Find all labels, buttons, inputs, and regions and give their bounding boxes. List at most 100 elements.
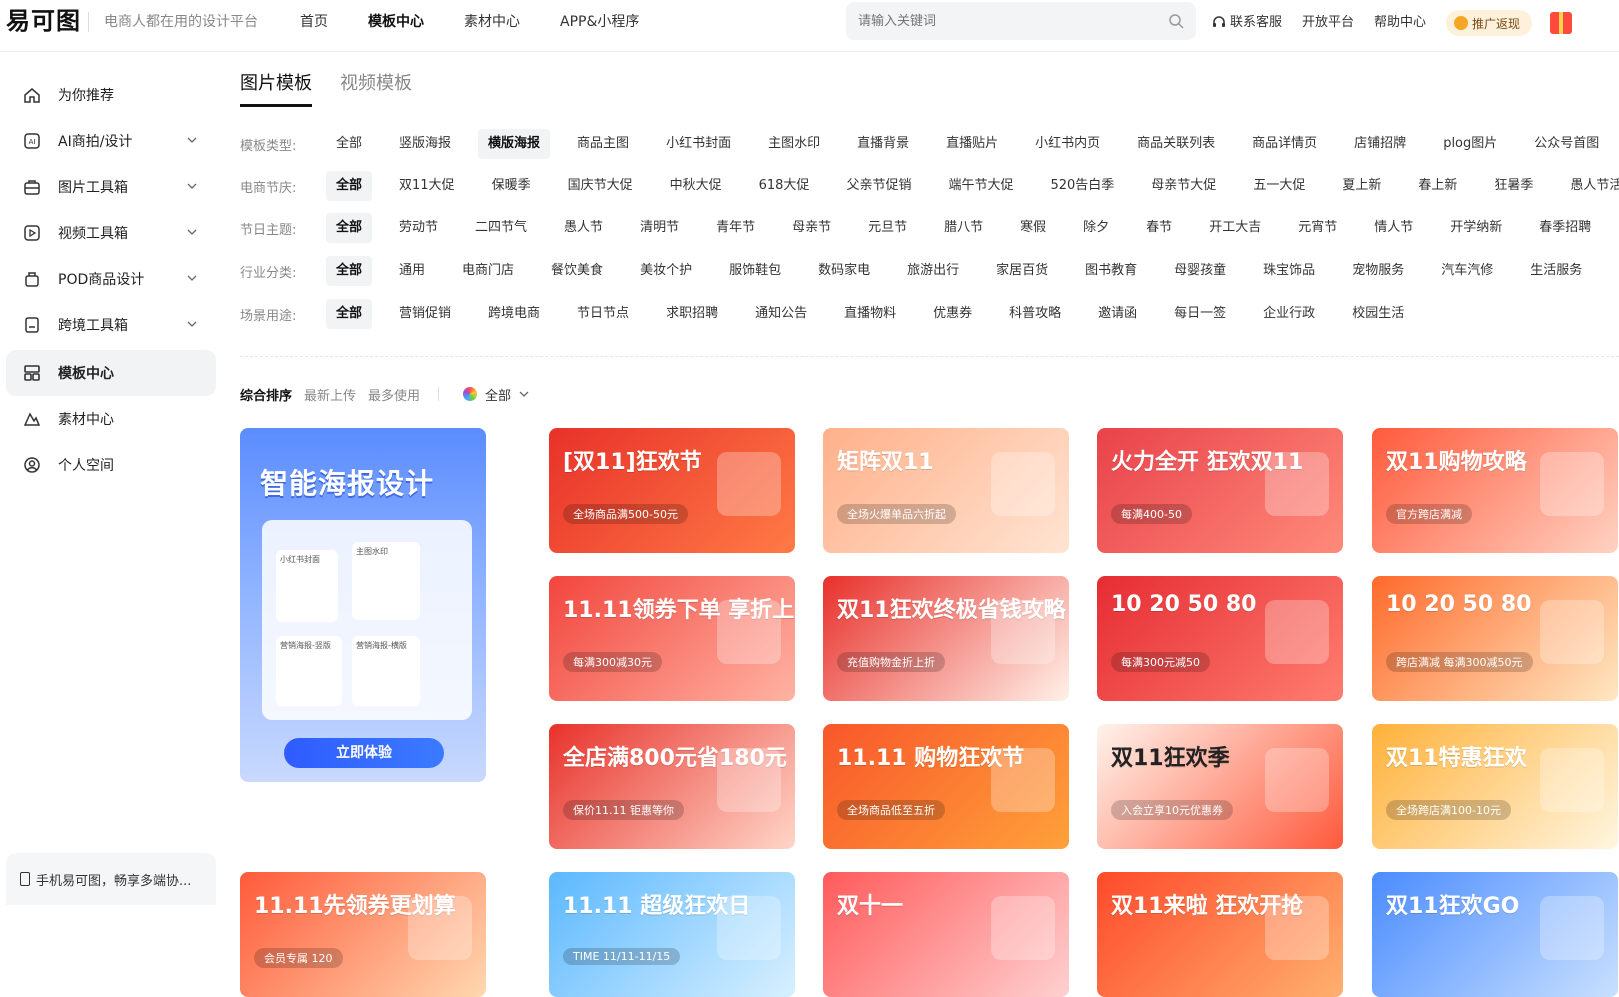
tab-image-templates[interactable]: 图片模板 bbox=[240, 70, 312, 107]
filter-option[interactable]: 商品详情页 bbox=[1242, 129, 1327, 159]
filter-option[interactable]: 狂暑季 bbox=[1484, 171, 1543, 201]
sidebar-item[interactable]: 跨境工具箱 bbox=[6, 302, 216, 348]
template-card[interactable]: 全店满800元省180元 保价11.11 钜惠等你 bbox=[549, 724, 795, 849]
filter-option[interactable]: 科普攻略 bbox=[999, 299, 1071, 329]
template-card[interactable]: 10 20 50 80 每满300元减50 bbox=[1097, 576, 1343, 701]
search-input[interactable] bbox=[846, 2, 1146, 40]
mobile-app-tip[interactable]: 手机易可图，畅享多端协... bbox=[6, 853, 216, 905]
filter-option[interactable]: 直播贴片 bbox=[936, 129, 1008, 159]
nav-app[interactable]: APP&小程序 bbox=[560, 12, 639, 32]
filter-option[interactable]: 美妆个护 bbox=[630, 256, 702, 286]
filter-option[interactable]: 家居百货 bbox=[986, 256, 1058, 286]
filter-option[interactable]: 国庆节大促 bbox=[558, 171, 643, 201]
filter-option[interactable]: 母婴孩童 bbox=[1164, 256, 1236, 286]
sidebar-item[interactable]: 素材中心 bbox=[6, 396, 216, 442]
filter-option[interactable]: 青年节 bbox=[706, 213, 765, 243]
filter-option[interactable]: 公众号首图 bbox=[1524, 129, 1609, 159]
filter-option[interactable]: 劳动节 bbox=[389, 213, 448, 243]
filter-option[interactable]: 小红书封面 bbox=[656, 129, 741, 159]
filter-option[interactable]: 商品主图 bbox=[567, 129, 639, 159]
service-link[interactable]: 联系客服 bbox=[1212, 12, 1282, 34]
sidebar-item[interactable]: POD商品设计 bbox=[6, 256, 216, 302]
filter-option[interactable]: 春季招聘 bbox=[1529, 213, 1601, 243]
template-card[interactable]: 双11狂欢GO bbox=[1372, 872, 1618, 997]
chevron-down-icon[interactable] bbox=[186, 272, 198, 284]
template-card[interactable]: 双11狂欢季 入会立享10元优惠券 bbox=[1097, 724, 1343, 849]
filter-option[interactable]: 竖版海报 bbox=[389, 129, 461, 159]
filter-option[interactable]: 愚人节活动 bbox=[1560, 171, 1619, 201]
filter-option[interactable]: 企业行政 bbox=[1253, 299, 1325, 329]
filter-option[interactable]: 寒假 bbox=[1010, 213, 1056, 243]
filter-option[interactable]: 宠物服务 bbox=[1342, 256, 1414, 286]
filter-option[interactable]: 珠宝饰品 bbox=[1253, 256, 1325, 286]
filter-option[interactable]: 母亲节大促 bbox=[1141, 171, 1226, 201]
filter-option[interactable]: 愚人节 bbox=[554, 213, 613, 243]
sidebar-item[interactable]: 视频工具箱 bbox=[6, 210, 216, 256]
filter-option[interactable]: 小红书内页 bbox=[1025, 129, 1110, 159]
search-icon[interactable] bbox=[1168, 13, 1184, 29]
filter-option[interactable]: 开工大吉 bbox=[1199, 213, 1271, 243]
template-card[interactable]: 矩阵双11 全场火爆单品六折起 bbox=[823, 428, 1069, 553]
filter-option[interactable]: 邀请函 bbox=[1088, 299, 1147, 329]
filter-option[interactable]: 求职招聘 bbox=[656, 299, 728, 329]
template-card[interactable]: 双十一 bbox=[823, 872, 1069, 997]
filter-option[interactable]: 数码家电 bbox=[808, 256, 880, 286]
nav-template-center[interactable]: 模板中心 bbox=[368, 12, 424, 32]
template-card[interactable]: [双11]狂欢节 全场商品满500-50元 bbox=[549, 428, 795, 553]
filter-option[interactable]: 图书教育 bbox=[1075, 256, 1147, 286]
chevron-down-icon[interactable] bbox=[186, 226, 198, 238]
filter-option[interactable]: 全部 bbox=[326, 129, 372, 159]
filter-option[interactable]: 春节 bbox=[1136, 213, 1182, 243]
filter-option[interactable]: 餐饮美食 bbox=[541, 256, 613, 286]
template-card[interactable]: 11.11先领券更划算 会员专属 120 bbox=[240, 872, 486, 997]
filter-option[interactable]: 情人节 bbox=[1364, 213, 1423, 243]
filter-option[interactable]: 每日一签 bbox=[1164, 299, 1236, 329]
sidebar-item[interactable]: AI AI商拍/设计 bbox=[6, 118, 216, 164]
sidebar-item[interactable]: 个人空间 bbox=[6, 442, 216, 488]
color-filter[interactable]: 全部 bbox=[463, 385, 529, 404]
sidebar-item[interactable]: 模板中心 bbox=[6, 350, 216, 396]
filter-option[interactable]: 服饰鞋包 bbox=[719, 256, 791, 286]
template-card[interactable]: 11.11 购物狂欢节 全场商品低至五折 bbox=[823, 724, 1069, 849]
filter-option[interactable]: 通知公告 bbox=[745, 299, 817, 329]
nav-home[interactable]: 首页 bbox=[300, 12, 328, 32]
filter-option[interactable]: 横版海报 bbox=[478, 129, 551, 159]
chevron-down-icon[interactable] bbox=[186, 180, 198, 192]
filter-option[interactable]: 520告白季 bbox=[1040, 171, 1124, 201]
filter-option[interactable]: 端午节大促 bbox=[938, 171, 1023, 201]
template-card[interactable]: 双11购物攻略 官方跨店满减 bbox=[1372, 428, 1618, 553]
filter-option[interactable]: 直播物料 bbox=[834, 299, 906, 329]
filter-option[interactable]: 全部 bbox=[326, 299, 373, 329]
filter-option[interactable]: 校园生活 bbox=[1342, 299, 1414, 329]
filter-option[interactable]: 中秋大促 bbox=[660, 171, 732, 201]
filter-option[interactable]: 节日节点 bbox=[567, 299, 639, 329]
filter-option[interactable]: 夏上新 bbox=[1332, 171, 1391, 201]
filter-option[interactable]: 618大促 bbox=[749, 171, 820, 201]
nav-material-center[interactable]: 素材中心 bbox=[464, 12, 520, 32]
filter-option[interactable]: 腊八节 bbox=[934, 213, 993, 243]
chevron-down-icon[interactable] bbox=[186, 318, 198, 330]
sidebar-item[interactable]: 为你推荐 bbox=[6, 72, 216, 118]
template-card[interactable]: 11.11 超级狂欢日 TIME 11/11-11/15 bbox=[549, 872, 795, 997]
filter-option[interactable]: 元宵节 bbox=[1288, 213, 1347, 243]
filter-option[interactable]: 全部 bbox=[326, 256, 373, 286]
filter-option[interactable]: 直播背景 bbox=[847, 129, 919, 159]
template-card[interactable]: 双11特惠狂欢 全场跨店满100-10元 bbox=[1372, 724, 1618, 849]
filter-option[interactable]: 全部 bbox=[326, 171, 373, 201]
filter-option[interactable]: 营销促销 bbox=[389, 299, 461, 329]
filter-option[interactable]: 商品关联列表 bbox=[1127, 129, 1225, 159]
filter-option[interactable]: 主图水印 bbox=[758, 129, 830, 159]
filter-option[interactable]: 父亲节促销 bbox=[836, 171, 921, 201]
filter-option[interactable]: 春上新 bbox=[1408, 171, 1467, 201]
filter-option[interactable]: 五一大促 bbox=[1243, 171, 1315, 201]
sort-comprehensive[interactable]: 综合排序 bbox=[240, 385, 292, 404]
sidebar-item[interactable]: 图片工具箱 bbox=[6, 164, 216, 210]
filter-option[interactable]: 生活服务 bbox=[1520, 256, 1592, 286]
filter-option[interactable]: plog图片 bbox=[1433, 129, 1507, 159]
logo[interactable]: 易可图 bbox=[6, 6, 82, 36]
filter-option[interactable]: 店铺招牌 bbox=[1344, 129, 1416, 159]
template-card[interactable]: 双11狂欢终极省钱攻略 充值购物金折上折 bbox=[823, 576, 1069, 701]
template-card[interactable]: 11.11领券下单 享折上折 每满300减30元 bbox=[549, 576, 795, 701]
filter-option[interactable]: 二四节气 bbox=[465, 213, 537, 243]
sort-most-used[interactable]: 最多使用 bbox=[368, 385, 420, 404]
